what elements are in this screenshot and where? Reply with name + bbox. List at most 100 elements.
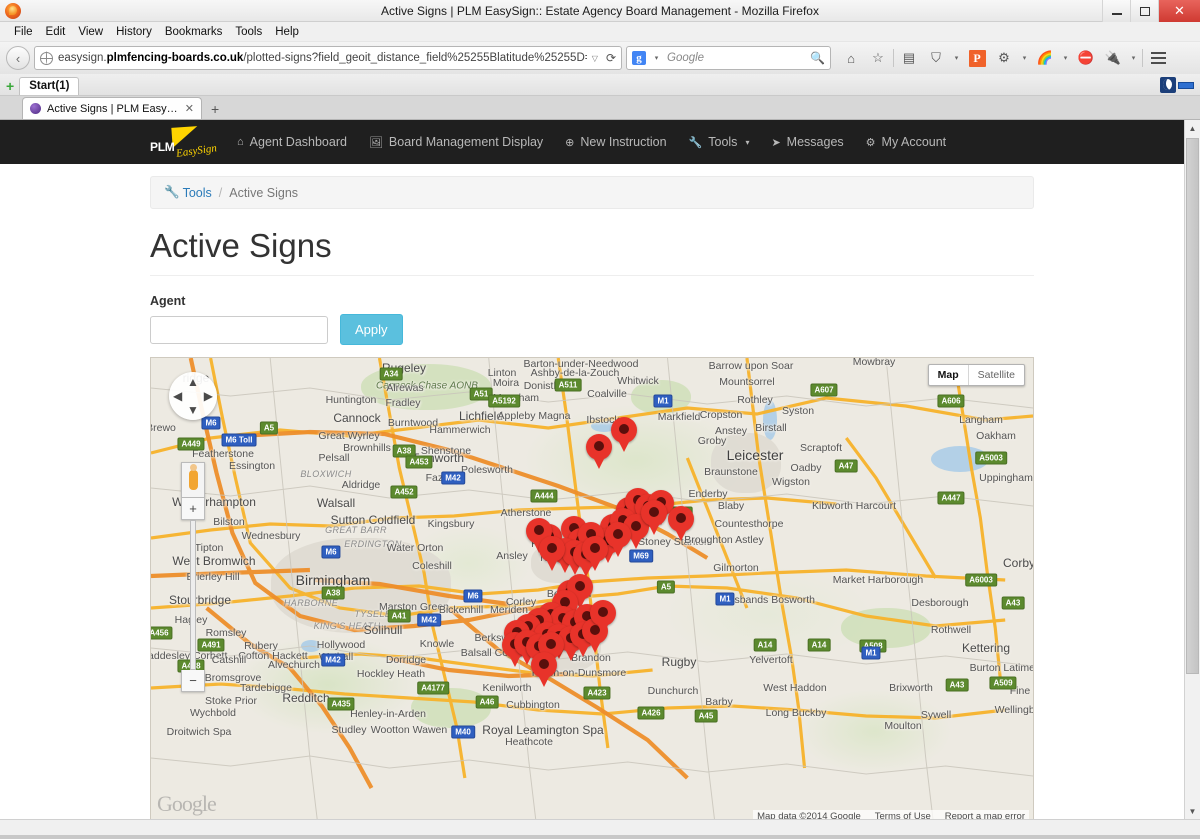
menu-file[interactable]: File <box>8 24 39 40</box>
plugin-icon[interactable]: 🔌 <box>1101 46 1125 70</box>
scroll-down-arrow-icon[interactable]: ▼ <box>1185 803 1200 819</box>
tab-close-icon[interactable]: ✕ <box>185 102 194 115</box>
scrollbar-thumb[interactable] <box>1186 138 1199 674</box>
street-view-pegman-icon[interactable] <box>181 462 205 498</box>
gear-caret-icon[interactable]: ▾ <box>1019 54 1030 62</box>
map-marker-pin[interactable] <box>605 522 631 558</box>
zoom-in-button[interactable]: + <box>181 498 205 520</box>
adblock-icon[interactable]: ⛔ <box>1074 46 1098 70</box>
breadcrumb-tools-link[interactable]: 🔧 Tools <box>164 185 212 200</box>
pdf-caret-icon[interactable]: ▾ <box>951 54 962 62</box>
map-marker-pin[interactable] <box>668 506 694 542</box>
map-type-satellite-button[interactable]: Satellite <box>968 365 1024 385</box>
nav-tools[interactable]: 🔧 Tools ▾ <box>678 120 761 164</box>
breadcrumb-current: Active Signs <box>229 186 298 200</box>
map-marker-pin[interactable] <box>641 500 667 536</box>
moon-icon[interactable] <box>1160 77 1176 93</box>
map-marker-pin[interactable] <box>586 434 612 470</box>
map-pan-control[interactable]: ▲ ▼ ◀ ▶ <box>169 372 217 420</box>
google-map[interactable]: RugeleyBarton-under-NeedwoodCannock Chas… <box>150 357 1034 819</box>
nav-messages[interactable]: ➤ Messages <box>760 120 854 164</box>
pdf-icon[interactable]: ⛉ <box>924 46 948 70</box>
site-navbar: PLM EasySign ⌂ Agent Dashboard 🖼 Board M… <box>0 120 1184 164</box>
url-bar[interactable]: easysign.plmfencing-boards.co.uk/plotted… <box>34 46 622 70</box>
menu-help[interactable]: Help <box>269 24 305 40</box>
terms-of-use-link[interactable]: Terms of Use <box>875 811 931 819</box>
map-marker-pin[interactable] <box>611 417 637 453</box>
nav-agent-dashboard[interactable]: ⌂ Agent Dashboard <box>226 120 358 164</box>
map-marker-pin[interactable] <box>590 600 616 636</box>
add-bookmark-icon[interactable]: + <box>6 79 14 93</box>
google-engine-icon[interactable]: g <box>632 51 646 65</box>
plm-easysign-logo[interactable]: PLM EasySign <box>150 127 212 157</box>
search-bar[interactable]: g ▾ Google 🔍 <box>626 46 831 70</box>
road-shield-icon: A47 <box>835 460 858 473</box>
map-type-map-button[interactable]: Map <box>929 365 968 385</box>
menu-edit[interactable]: Edit <box>40 24 72 40</box>
road-shield-icon: A452 <box>390 486 417 499</box>
image-icon: 🖼 <box>369 136 383 149</box>
road-shield-icon: M69 <box>629 550 653 563</box>
menu-history[interactable]: History <box>110 24 158 40</box>
gear-icon[interactable]: ⚙ <box>992 46 1016 70</box>
scroll-up-arrow-icon[interactable]: ▲ <box>1185 120 1200 136</box>
apply-button[interactable]: Apply <box>340 314 403 345</box>
map-label: Kibworth Harcourt <box>812 500 896 512</box>
map-label: Scraptoft <box>800 442 842 454</box>
nav-board-management-display[interactable]: 🖼 Board Management Display <box>358 120 554 164</box>
road-shield-icon: A5003 <box>975 452 1007 465</box>
google-watermark: Google <box>157 791 216 817</box>
bookmark-star-icon[interactable]: ☆ <box>866 46 890 70</box>
close-button[interactable]: ✕ <box>1158 0 1200 22</box>
nav-new-instruction[interactable]: ⊕ New Instruction <box>554 120 677 164</box>
wrench-icon: 🔧 <box>164 185 180 200</box>
map-label: Kettering <box>962 641 1010 655</box>
maximize-button[interactable] <box>1130 0 1158 22</box>
status-indicator-icon[interactable] <box>1178 82 1194 89</box>
menu-tools[interactable]: Tools <box>229 24 268 40</box>
map-label: Redditch <box>282 691 329 705</box>
nav-my-account[interactable]: ⚙ My Account <box>855 120 958 164</box>
minimize-button[interactable] <box>1102 0 1130 22</box>
p-button-icon[interactable]: P <box>965 46 989 70</box>
search-input[interactable]: Google <box>667 52 805 64</box>
nav-label: Tools <box>708 135 737 149</box>
rainbow-icon[interactable]: 🌈 <box>1033 46 1057 70</box>
search-icon[interactable]: 🔍 <box>810 51 825 65</box>
zoom-slider-track[interactable] <box>190 520 196 670</box>
agent-input[interactable] <box>150 316 328 344</box>
map-label: Aldridge <box>342 479 381 491</box>
home-icon[interactable]: ⌂ <box>839 46 863 70</box>
map-zoom-control[interactable]: + − <box>181 462 205 692</box>
pan-down-icon[interactable]: ▼ <box>187 403 199 417</box>
map-label: Ashby-de-la-Zouch <box>531 367 620 379</box>
map-type-control[interactable]: Map Satellite <box>928 364 1025 386</box>
map-marker-pin[interactable] <box>531 652 557 688</box>
road-shield-icon: A6003 <box>965 574 997 587</box>
map-label: Essington <box>229 460 275 472</box>
page-scrollbar[interactable]: ▲ ▼ <box>1184 120 1200 819</box>
tab-active-signs[interactable]: Active Signs | PLM EasySig... ✕ <box>22 97 202 119</box>
rainbow-caret-icon[interactable]: ▾ <box>1060 54 1071 62</box>
engine-caret-icon[interactable]: ▾ <box>651 54 662 62</box>
bookmark-item-start[interactable]: Start(1) <box>19 77 79 95</box>
map-label: Moulton <box>884 720 921 732</box>
map-marker-pin[interactable] <box>539 536 565 572</box>
plugin-caret-icon[interactable]: ▾ <box>1128 54 1139 62</box>
pan-right-icon[interactable]: ▶ <box>204 389 213 403</box>
zoom-out-button[interactable]: − <box>181 670 205 692</box>
menu-bookmarks[interactable]: Bookmarks <box>159 24 229 40</box>
url-dropdown-icon[interactable]: ▽ <box>592 54 598 63</box>
map-label: Water Orton <box>387 542 444 554</box>
pan-left-icon[interactable]: ◀ <box>173 389 182 403</box>
reload-icon[interactable]: ⟳ <box>603 51 616 65</box>
report-map-error-link[interactable]: Report a map error <box>945 811 1025 819</box>
reading-list-icon[interactable]: ▤ <box>897 46 921 70</box>
menu-hamburger-icon[interactable] <box>1146 46 1170 70</box>
new-tab-button[interactable]: + <box>202 101 228 119</box>
wrench-icon: 🔧 <box>689 136 703 149</box>
pan-up-icon[interactable]: ▲ <box>187 375 199 389</box>
back-button[interactable]: ‹ <box>6 46 30 70</box>
road-shield-icon: M1 <box>861 647 880 660</box>
menu-view[interactable]: View <box>72 24 109 40</box>
